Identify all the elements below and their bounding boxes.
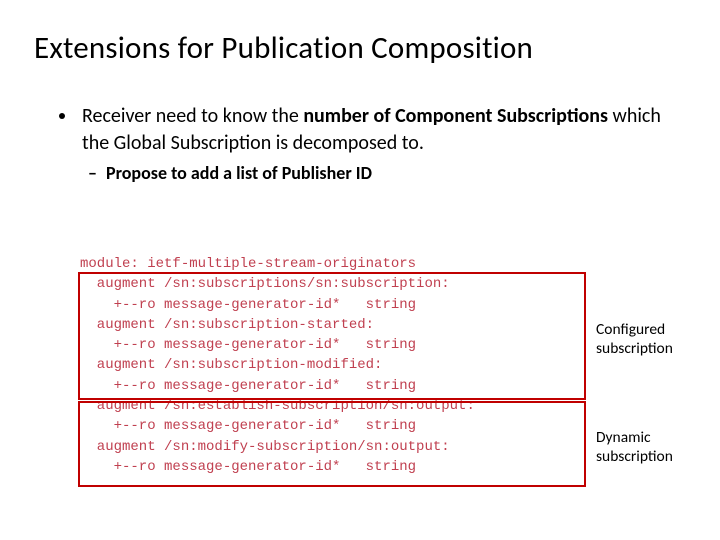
highlight-box-configured	[78, 272, 586, 400]
bullet-item: Receiver need to know the number of Comp…	[78, 103, 686, 185]
slide-title: Extensions for Publication Composition	[34, 30, 686, 67]
highlight-box-dynamic	[78, 401, 586, 487]
sub-bullet-list: Propose to add a list of Publisher ID	[82, 162, 686, 185]
bullet-text-bold: number of Component Subscriptions	[303, 104, 608, 128]
bullet-text-prefix: Receiver need to know the	[82, 104, 303, 128]
slide: Extensions for Publication Composition R…	[0, 0, 720, 540]
label-configured-subscription: Configured subscription	[596, 320, 673, 359]
label-line: Dynamic	[596, 428, 673, 447]
sub-bullet-item: Propose to add a list of Publisher ID	[106, 162, 686, 185]
label-line: subscription	[596, 447, 673, 466]
bullet-list: Receiver need to know the number of Comp…	[34, 103, 686, 185]
label-line: subscription	[596, 339, 673, 358]
label-dynamic-subscription: Dynamic subscription	[596, 428, 673, 467]
label-line: Configured	[596, 320, 673, 339]
